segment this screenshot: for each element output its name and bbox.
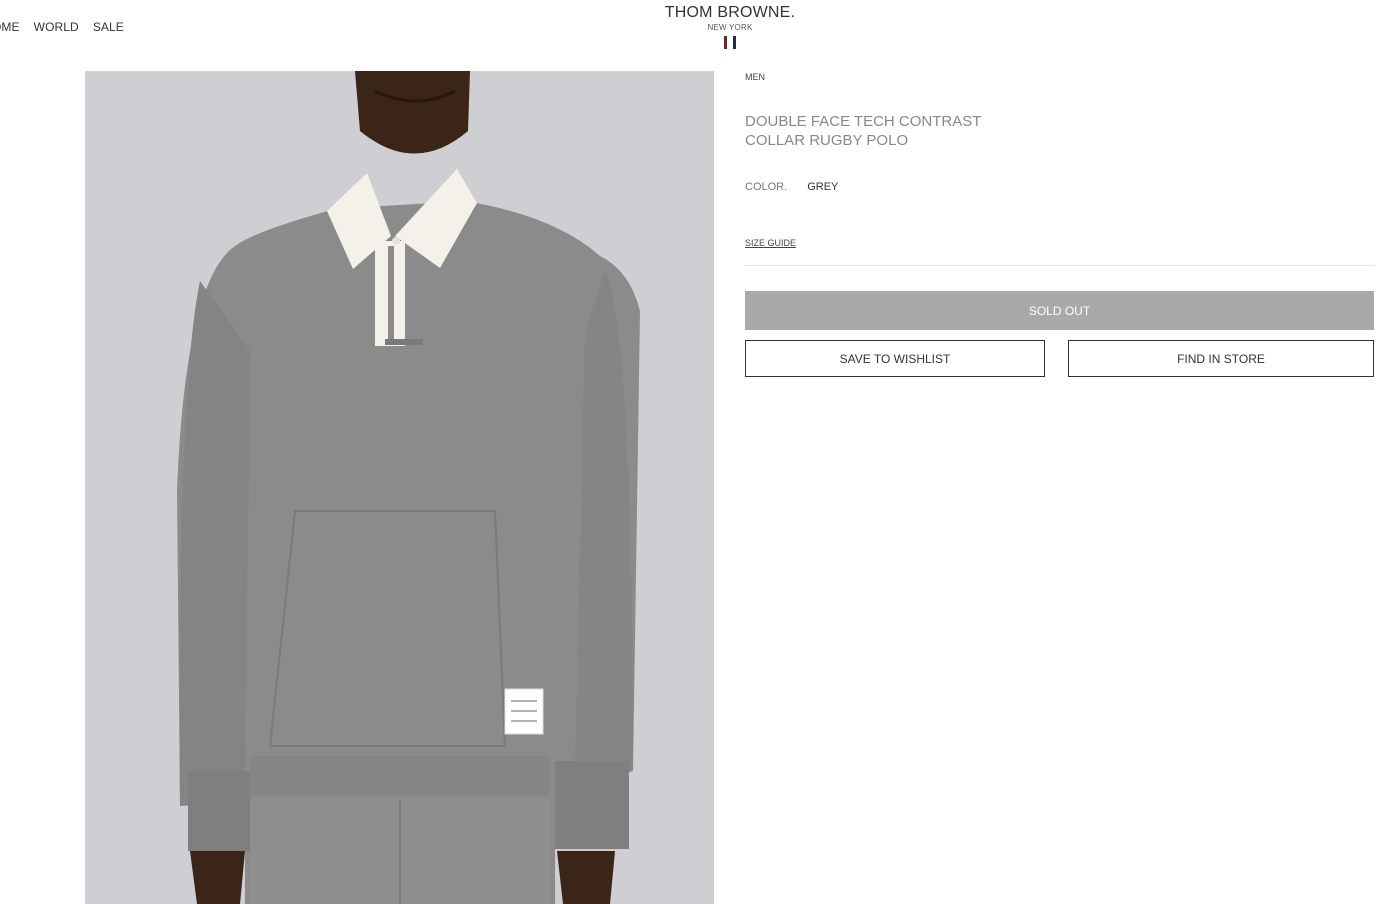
main-nav: OME WORLD SALE (0, 20, 138, 34)
color-row: COLOR. GREY (745, 181, 1374, 193)
site-header: OME WORLD SALE THOM BROWNE. NEW YORK (0, 0, 1395, 60)
brand-subtitle: NEW YORK (707, 23, 753, 32)
tricolor-flag-icon (660, 36, 800, 49)
product-image[interactable] (85, 71, 714, 904)
color-label: COLOR. (745, 181, 788, 193)
product-info: MEN DOUBLE FACE TECH CONTRAST COLLAR RUG… (745, 71, 1374, 377)
nav-item-home[interactable]: OME (0, 20, 20, 34)
divider (745, 265, 1374, 266)
nav-item-world[interactable]: WORLD (34, 20, 79, 34)
breadcrumb-category[interactable]: MEN (745, 72, 1374, 82)
save-to-wishlist-button[interactable]: SAVE TO WISHLIST (745, 340, 1045, 377)
find-in-store-button[interactable]: FIND IN STORE (1068, 340, 1374, 377)
product-photo-icon (177, 71, 640, 904)
size-guide-link[interactable]: SIZE GUIDE (745, 238, 796, 248)
product-title: DOUBLE FACE TECH CONTRAST COLLAR RUGBY P… (745, 113, 982, 149)
brand-logo[interactable]: THOM BROWNE. NEW YORK (660, 4, 800, 49)
brand-name: THOM BROWNE. (664, 4, 796, 21)
nav-item-sale[interactable]: SALE (93, 20, 124, 34)
color-value: GREY (807, 181, 839, 193)
sold-out-button[interactable]: SOLD OUT (745, 291, 1374, 330)
